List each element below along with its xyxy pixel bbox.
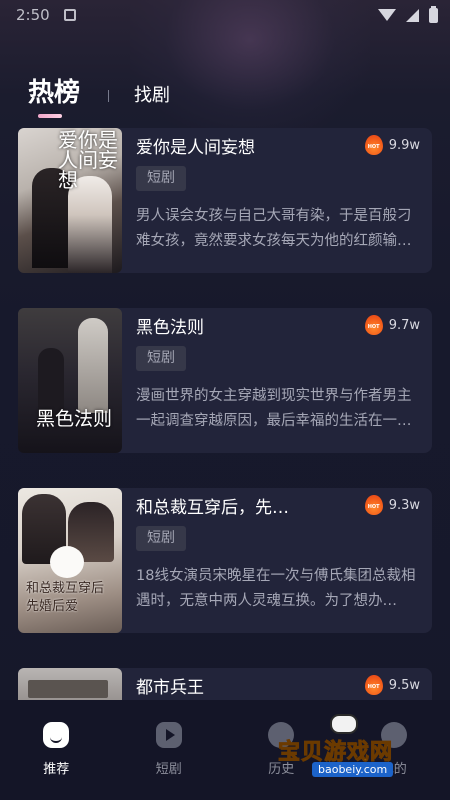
- top-tabs: 热榜 找剧: [28, 72, 170, 118]
- poster-title-text: 和总裁互穿后先婚后爱: [26, 581, 105, 614]
- poster-title-text: 黑色法则: [36, 408, 113, 430]
- hot-badge-text: HOT: [367, 504, 380, 510]
- drama-title: 爱你是人间妄想: [136, 138, 255, 158]
- drama-description: 漫画世界的女主穿越到现实世界与作者男主一起调查穿越原因，最后幸福的生活在一…: [136, 388, 412, 429]
- drama-tag: 短剧: [136, 166, 186, 191]
- tab-divider: [108, 90, 110, 102]
- drama-title: 黑色法则: [136, 318, 204, 338]
- play-icon: [155, 722, 182, 748]
- poster-title-text: 爱你是人间妄想: [58, 128, 118, 192]
- drama-poster[interactable]: 黑色法则: [18, 308, 122, 453]
- hot-count: HOT 9.7w: [364, 315, 420, 335]
- drama-tag: 短剧: [136, 526, 186, 551]
- hot-badge-text: HOT: [367, 324, 380, 330]
- poster-building: [28, 680, 108, 698]
- drama-card[interactable]: 爱你是人间妄想 爱你是人间妄想 短剧 男人误会女孩与自己大哥有染，于是百般刁难女…: [18, 128, 432, 273]
- hot-flame-icon: HOT: [364, 315, 383, 335]
- hot-count-value: 9.9w: [388, 137, 420, 153]
- hot-count: HOT 9.9w: [364, 135, 420, 155]
- home-icon: [43, 722, 70, 748]
- nav-short-drama-label: 短剧: [155, 762, 182, 777]
- hot-badge-text: HOT: [367, 144, 380, 150]
- hot-count-value: 9.3w: [388, 497, 420, 513]
- drama-card[interactable]: 黑色法则 黑色法则 短剧 漫画世界的女主穿越到现实世界与作者男主一起调查穿越原因…: [18, 308, 432, 453]
- status-icons: [378, 5, 438, 23]
- hot-count: HOT 9.5w: [364, 675, 420, 695]
- status-time: 2:50: [16, 6, 50, 24]
- notification-app-icon: [63, 9, 76, 21]
- nav-recommend[interactable]: 推荐: [0, 700, 113, 800]
- signal-icon: [406, 8, 419, 22]
- hot-count-value: 9.7w: [388, 317, 420, 333]
- nav-recommend-label: 推荐: [43, 762, 70, 777]
- hot-flame-icon: HOT: [364, 675, 383, 695]
- poster-figure-man: [78, 318, 108, 413]
- hot-flame-icon: HOT: [364, 135, 383, 155]
- tab-find-drama[interactable]: 找剧: [134, 81, 170, 107]
- drama-description: 18线女演员宋晚星在一次与傅氏集团总裁相遇时，无意中两人灵魂互换。为了想办…: [136, 568, 416, 609]
- drama-poster[interactable]: 爱你是人间妄想: [18, 128, 122, 273]
- drama-card[interactable]: 和总裁互穿后先婚后爱 和总裁互穿后，先… 短剧 18线女演员宋晚星在一次与傅氏集…: [18, 488, 432, 633]
- watermark: 宝贝游戏网 baobeiy.com: [270, 712, 446, 782]
- drama-poster[interactable]: 和总裁互穿后先婚后爱: [18, 488, 122, 633]
- drama-tag: 短剧: [136, 346, 186, 371]
- watermark-url: baobeiy.com: [312, 762, 394, 777]
- hot-badge-text: HOT: [367, 684, 380, 690]
- drama-title: 和总裁互穿后，先…: [136, 498, 289, 518]
- active-tab-indicator: [38, 114, 62, 118]
- gamepad-icon: [330, 714, 358, 734]
- hot-count: HOT 9.3w: [364, 495, 420, 515]
- wifi-icon: [378, 9, 396, 21]
- hot-count-value: 9.5w: [388, 677, 420, 693]
- tab-hot-label: 热榜: [28, 78, 81, 108]
- nav-short-drama[interactable]: 短剧: [113, 700, 226, 800]
- drama-title: 都市兵王: [136, 678, 204, 698]
- drama-description: 男人误会女孩与自己大哥有染，于是百般刁难女孩，竟然要求女孩每天为他的红颜输…: [136, 208, 412, 249]
- hot-flame-icon: HOT: [364, 495, 383, 515]
- battery-icon: [429, 5, 438, 23]
- tab-hot-list[interactable]: 热榜: [28, 72, 81, 118]
- status-bar: 2:50: [0, 0, 450, 30]
- poster-dog: [50, 546, 84, 578]
